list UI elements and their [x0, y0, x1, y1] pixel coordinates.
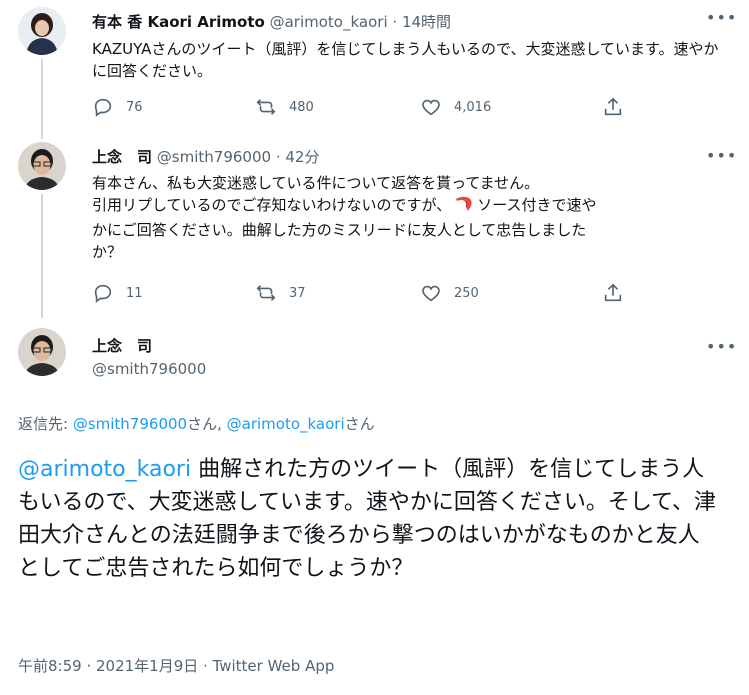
retweet-count: 480	[289, 99, 314, 115]
reply-icon	[94, 98, 112, 117]
more-icon[interactable]: •••	[706, 337, 737, 356]
tweet-text-line: 引用リプしているのでご存知ないわけないのですが、 ソース付きで速や	[92, 194, 732, 219]
user-handle[interactable]: @smith796000	[157, 148, 271, 166]
reply-to-suffix: さん	[344, 415, 375, 433]
reply-icon	[94, 284, 112, 303]
reply-count: 76	[126, 99, 143, 115]
retweet-icon	[256, 99, 276, 115]
more-icon[interactable]: •••	[706, 8, 737, 27]
display-name[interactable]: 上念 司	[92, 148, 152, 166]
tweet-text-line: かにご回答ください。曲解した方のミスリードに友人として忠告しました	[92, 221, 587, 239]
avatar-arimoto[interactable]	[18, 7, 66, 55]
tweet-text-line: 有本さん、私も大変迷惑している件について返答を貰ってません。	[92, 174, 540, 192]
share-button[interactable]	[602, 282, 636, 304]
tweet-time[interactable]: · 42分	[276, 148, 320, 166]
display-name[interactable]: 有本 香 Kaori Arimoto	[92, 13, 265, 31]
tweet-timestamp[interactable]: 午前8:59 · 2021年1月9日 · Twitter Web App	[18, 655, 334, 676]
main-tweet-name: 上念 司	[92, 335, 152, 356]
tweet-text-line: か？	[92, 243, 123, 261]
like-icon	[422, 285, 440, 302]
user-handle[interactable]: @arimoto_kaori	[270, 13, 388, 31]
share-icon	[604, 97, 622, 116]
reply-button[interactable]: 11	[92, 282, 143, 304]
reply-to-separator: さん,	[187, 415, 227, 433]
share-button[interactable]	[602, 96, 636, 118]
like-button[interactable]: 250	[420, 282, 479, 304]
thread-connector	[41, 194, 43, 318]
display-name[interactable]: 上念 司	[92, 337, 152, 355]
reply-button[interactable]: 76	[92, 96, 143, 118]
avatar-jonen[interactable]	[18, 142, 66, 190]
reply-count: 11	[126, 285, 143, 301]
tweet-header: 有本 香 Kaori Arimoto @arimoto_kaori · 14時間	[92, 11, 451, 32]
reply-to-label: 返信先:	[18, 415, 73, 433]
user-handle[interactable]: @smith796000	[92, 360, 206, 378]
tweet-header: 上念 司 @smith796000 · 42分	[92, 146, 319, 167]
tweet-text: 有本さん、私も大変迷惑している件について返答を貰ってません。 引用リプしているの…	[92, 172, 732, 263]
tweet-text-segment: 引用リプしているのでご存知ないわけないのですが、	[92, 196, 452, 214]
tweet-text-segment: ソース付きで速や	[477, 196, 597, 214]
reply-to-line: 返信先: @smith796000さん, @arimoto_kaoriさん	[18, 413, 375, 434]
like-count: 4,016	[454, 99, 492, 115]
share-icon	[604, 283, 622, 302]
more-icon[interactable]: •••	[706, 146, 737, 165]
avatar-jonen[interactable]	[18, 328, 66, 376]
reply-to-mention[interactable]: @smith796000	[73, 415, 187, 433]
like-count: 250	[454, 285, 479, 301]
reply-to-mention[interactable]: @arimoto_kaori	[227, 415, 345, 433]
shrimp-emoji	[454, 195, 474, 219]
main-tweet-text: @arimoto_kaori 曲解された方のツイート（風評）を信じてしまう人もい…	[18, 453, 718, 585]
retweet-count: 37	[289, 285, 306, 301]
like-button[interactable]: 4,016	[420, 96, 491, 118]
tweet-time[interactable]: · 14時間	[392, 13, 451, 31]
tweet-text: KAZUYAさんのツイート（風評）を信じてしまう人もいるので、大変迷惑しています…	[92, 40, 719, 80]
like-icon	[422, 99, 440, 116]
retweet-button[interactable]: 37	[255, 282, 306, 304]
retweet-button[interactable]: 480	[255, 96, 314, 118]
retweet-icon	[256, 285, 276, 301]
thread-connector	[41, 59, 43, 139]
mention-link[interactable]: @arimoto_kaori	[18, 457, 191, 482]
